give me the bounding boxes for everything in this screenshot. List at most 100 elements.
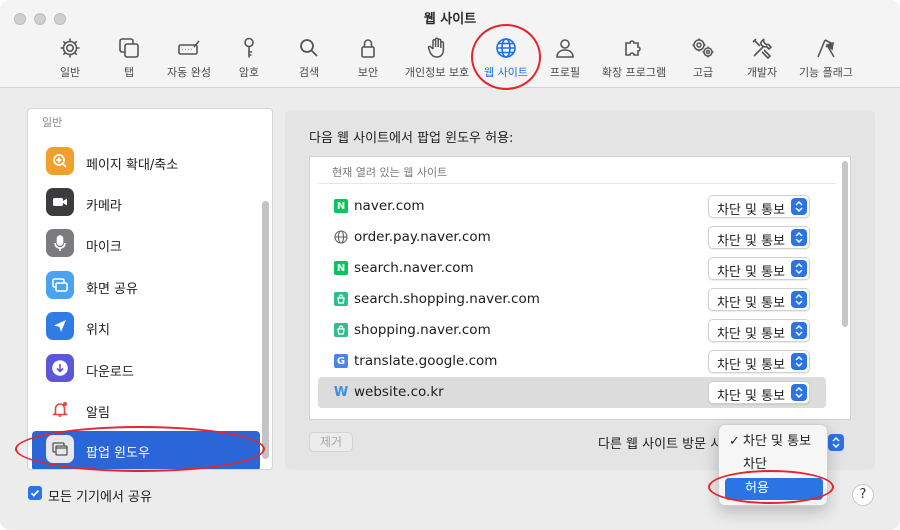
lock-icon bbox=[361, 39, 375, 58]
autofill-icon bbox=[178, 40, 200, 55]
site-setting-value: 차단 및 통보 bbox=[717, 234, 786, 249]
flags-icon bbox=[817, 39, 835, 58]
popup-settings-pane: 다음 웹 사이트에서 팝업 윈도우 허용: 현재 열려 있는 웹 사이트 N n… bbox=[285, 110, 875, 470]
search-icon bbox=[300, 39, 318, 57]
globe-favicon bbox=[334, 230, 348, 244]
tab-label: 확장 프로그램 bbox=[601, 66, 667, 79]
sidebar-item-label: 마이크 bbox=[86, 240, 122, 255]
menu-item-label: 허용 bbox=[745, 481, 769, 496]
site-setting-popup[interactable]: 차단 및 통보 bbox=[708, 319, 810, 342]
site-row-highlighted[interactable]: W website.co.kr 차단 및 통보 bbox=[318, 377, 826, 408]
list-section-header: 현재 열려 있는 웹 사이트 bbox=[332, 166, 448, 179]
site-setting-popup[interactable]: 차단 및 통보 bbox=[708, 257, 810, 280]
website-list-scrollbar[interactable] bbox=[842, 161, 848, 327]
preferences-window: 웹 사이트 일반 탭 자동 완성 암호 검색 보안 개인정보 보호 웹 사이트 … bbox=[0, 0, 900, 530]
microphone-icon bbox=[46, 229, 74, 257]
sidebar-item-label: 위치 bbox=[86, 323, 110, 338]
tab-profiles[interactable]: 프로필 bbox=[530, 34, 600, 82]
sidebar-item-downloads[interactable]: 다운로드 bbox=[28, 350, 260, 390]
sidebar-item-label: 팝업 윈도우 bbox=[86, 446, 150, 461]
sidebar-item-camera[interactable]: 카메라 bbox=[28, 184, 260, 224]
window-title: 웹 사이트 bbox=[423, 12, 477, 27]
list-divider bbox=[318, 183, 836, 184]
sidebar-item-microphone[interactable]: 마이크 bbox=[28, 225, 260, 265]
zoom-icon bbox=[46, 147, 74, 175]
site-setting-popup[interactable]: 차단 및 통보 bbox=[708, 381, 810, 404]
site-domain: search.shopping.naver.com bbox=[354, 291, 540, 307]
share-checkbox[interactable] bbox=[28, 486, 42, 500]
tools-icon bbox=[752, 38, 773, 60]
w-favicon: W bbox=[333, 384, 349, 400]
checkmark-icon: ✓ bbox=[729, 434, 740, 449]
site-setting-value: 차단 및 통보 bbox=[717, 203, 786, 218]
chevron-updown-icon bbox=[791, 260, 807, 277]
site-domain: naver.com bbox=[354, 198, 425, 214]
download-icon bbox=[46, 354, 74, 382]
menu-item-allow[interactable]: 허용 bbox=[725, 478, 823, 500]
globe-icon bbox=[496, 38, 516, 58]
site-setting-popup[interactable]: 차단 및 통보 bbox=[708, 226, 810, 249]
tab-label: 개발자 bbox=[746, 66, 778, 79]
gears-icon bbox=[692, 38, 714, 58]
tab-extensions[interactable]: 확장 프로그램 bbox=[599, 34, 669, 82]
site-row[interactable]: G translate.google.com 차단 및 통보 bbox=[318, 346, 826, 377]
naver-shopping-favicon bbox=[334, 292, 348, 306]
sidebar-item-popup-windows[interactable]: 팝업 윈도우 bbox=[32, 431, 260, 469]
sidebar-item-label: 다운로드 bbox=[86, 365, 134, 380]
sidebar-section-header: 일반 bbox=[42, 116, 63, 129]
sidebar-item-notifications[interactable]: 알림 bbox=[28, 391, 260, 431]
screen-share-icon bbox=[46, 271, 74, 299]
site-setting-popup[interactable]: 차단 및 통보 bbox=[708, 195, 810, 218]
sidebar-item-location[interactable]: 위치 bbox=[28, 308, 260, 348]
tab-label: 프로필 bbox=[549, 66, 581, 79]
chevron-updown-icon bbox=[791, 291, 807, 308]
sidebar-scrollbar[interactable] bbox=[262, 201, 269, 459]
site-row[interactable]: N naver.com 차단 및 통보 bbox=[318, 191, 826, 222]
website-list: 현재 열려 있는 웹 사이트 N naver.com 차단 및 통보 order… bbox=[309, 156, 851, 420]
tab-feature-flags[interactable]: 기능 플래그 bbox=[791, 34, 861, 82]
camera-icon bbox=[46, 188, 74, 216]
tabs-icon bbox=[119, 38, 139, 58]
site-row[interactable]: search.shopping.naver.com 차단 및 통보 bbox=[318, 284, 826, 315]
site-row[interactable]: shopping.naver.com 차단 및 통보 bbox=[318, 315, 826, 346]
site-row[interactable]: N search.naver.com 차단 및 통보 bbox=[318, 253, 826, 284]
other-sites-dropdown-menu: ✓ 차단 및 통보 차단 허용 bbox=[718, 424, 828, 506]
chevron-updown-icon bbox=[791, 229, 807, 246]
sidebar-item-screen-sharing[interactable]: 화면 공유 bbox=[28, 267, 260, 307]
tab-security[interactable]: 보안 bbox=[333, 34, 403, 82]
menu-item-block[interactable]: 차단 bbox=[725, 454, 823, 476]
tab-developer[interactable]: 개발자 bbox=[727, 34, 797, 82]
site-setting-popup[interactable]: 차단 및 통보 bbox=[708, 288, 810, 311]
chevron-updown-icon bbox=[791, 198, 807, 215]
sidebar-item-label: 알림 bbox=[86, 406, 110, 421]
hand-icon bbox=[427, 37, 445, 58]
tab-label: 보안 bbox=[357, 66, 379, 79]
site-domain: order.pay.naver.com bbox=[354, 229, 491, 245]
tab-privacy[interactable]: 개인정보 보호 bbox=[402, 34, 472, 82]
bell-icon bbox=[46, 395, 74, 423]
chevron-updown-icon bbox=[791, 353, 807, 370]
chevron-updown-icon bbox=[791, 384, 807, 401]
remove-button[interactable]: 제거 bbox=[309, 432, 353, 452]
sidebar-item-label: 페이지 확대/축소 bbox=[86, 158, 179, 173]
naver-favicon: N bbox=[334, 199, 348, 213]
sidebar: 일반 페이지 확대/축소 카메라 마이크 화면 공유 위치 다운로드 알림 팝업… bbox=[27, 108, 273, 470]
menu-item-block-and-notify[interactable]: ✓ 차단 및 통보 bbox=[725, 431, 823, 453]
sidebar-item-page-zoom[interactable]: 페이지 확대/축소 bbox=[28, 143, 260, 183]
puzzle-icon bbox=[625, 40, 641, 56]
key-icon bbox=[244, 37, 254, 58]
chevron-updown-icon bbox=[791, 322, 807, 339]
site-setting-value: 차단 및 통보 bbox=[717, 358, 786, 373]
site-setting-popup[interactable]: 차단 및 통보 bbox=[708, 350, 810, 373]
share-label: 모든 기기에서 공유 bbox=[48, 490, 152, 505]
site-row[interactable]: order.pay.naver.com 차단 및 통보 bbox=[318, 222, 826, 253]
popup-window-icon bbox=[46, 435, 74, 463]
site-setting-value: 차단 및 통보 bbox=[717, 296, 786, 311]
help-button[interactable]: ? bbox=[852, 484, 874, 506]
location-icon bbox=[46, 312, 74, 340]
tab-label: 기능 플래그 bbox=[798, 66, 854, 79]
other-sites-popup-chevron-icon[interactable] bbox=[828, 434, 844, 451]
sidebar-item-label: 화면 공유 bbox=[86, 282, 138, 297]
site-setting-value: 차단 및 통보 bbox=[717, 265, 786, 280]
naver-shopping-favicon bbox=[334, 323, 348, 337]
